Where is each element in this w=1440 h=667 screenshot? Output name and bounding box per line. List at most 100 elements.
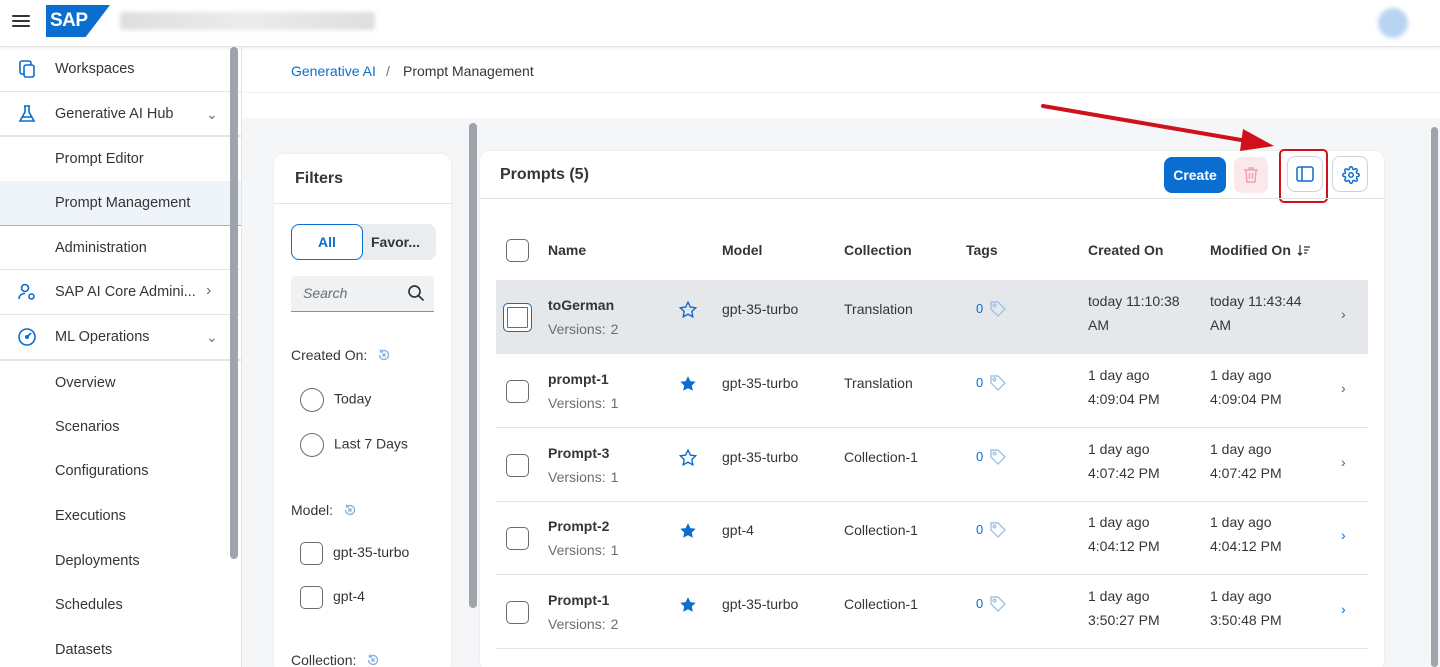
- row-checkbox[interactable]: [503, 303, 532, 332]
- row-checkbox[interactable]: [506, 601, 529, 625]
- sidebar-item-schedules[interactable]: Schedules: [0, 583, 241, 628]
- table-row[interactable]: Prompt-3 Versions: 1 gpt-35-turbo Collection…: [496, 428, 1368, 502]
- checkbox-gpt-35-turbo[interactable]: gpt-35-turbo: [300, 542, 409, 565]
- column-header-tags[interactable]: Tags: [966, 242, 998, 258]
- column-header-collection[interactable]: Collection: [844, 242, 912, 258]
- tags-count[interactable]: 0: [976, 301, 983, 316]
- chevron-right-icon[interactable]: ›: [1341, 527, 1346, 543]
- tag-icon[interactable]: [989, 300, 1007, 318]
- breadcrumb-current: Prompt Management: [403, 63, 534, 79]
- sidebar-item-executions[interactable]: Executions: [0, 494, 241, 539]
- row-checkbox[interactable]: [506, 527, 529, 551]
- tag-icon[interactable]: [989, 448, 1007, 466]
- modified-on-line1: today 11:43:44: [1210, 293, 1302, 309]
- radio-today[interactable]: Today: [300, 388, 371, 412]
- filters-scrollbar[interactable]: [469, 123, 477, 608]
- collection-group: Collection:: [291, 652, 380, 667]
- sidebar-item-deployments[interactable]: Deployments: [0, 539, 241, 584]
- tags-count[interactable]: 0: [976, 449, 983, 464]
- chevron-right-icon[interactable]: ›: [206, 282, 211, 300]
- table-row[interactable]: Prompt-1 Versions: 2 gpt-35-turbo Collection…: [496, 575, 1368, 650]
- radio-last-7-days[interactable]: Last 7 Days: [300, 433, 408, 457]
- row-checkbox[interactable]: [506, 453, 529, 477]
- page-scrollbar[interactable]: [1431, 127, 1438, 667]
- menu-icon[interactable]: [12, 12, 30, 30]
- checkbox-gpt-4[interactable]: gpt-4: [300, 586, 365, 609]
- flask-icon: [18, 104, 36, 122]
- versions-label: Versions:: [548, 542, 606, 559]
- chevron-right-icon[interactable]: ›: [1341, 601, 1346, 617]
- modified-on-line1: 1 day ago: [1210, 440, 1272, 457]
- breadcrumb-link-generative-ai[interactable]: Generative AI: [291, 63, 376, 79]
- sidebar-item-workspaces[interactable]: Workspaces: [0, 47, 241, 92]
- star-outline-icon[interactable]: [678, 448, 698, 467]
- star-outline-icon[interactable]: [678, 300, 698, 319]
- chevron-down-icon[interactable]: ⌄: [206, 329, 218, 346]
- sidebar-item-label: Configurations: [55, 463, 149, 480]
- table-row[interactable]: prompt-1 Versions: 1 gpt-35-turbo Translatio…: [496, 354, 1368, 428]
- star-filled-icon[interactable]: [679, 375, 697, 393]
- tag-icon[interactable]: [989, 374, 1007, 392]
- sort-descending-icon[interactable]: [1297, 243, 1311, 257]
- delete-button[interactable]: [1234, 157, 1268, 193]
- user-avatar[interactable]: [1378, 8, 1408, 38]
- sidebar-item-administration[interactable]: Administration: [0, 226, 241, 271]
- toggle-side-panel-button[interactable]: [1287, 156, 1323, 192]
- modified-on-line1: 1 day ago: [1210, 514, 1272, 531]
- search-input[interactable]: [303, 285, 403, 301]
- column-header-modified-on[interactable]: Modified On: [1210, 242, 1311, 258]
- sidebar-item-configurations[interactable]: Configurations: [0, 449, 241, 494]
- column-header-model[interactable]: Model: [722, 242, 762, 258]
- checkbox[interactable]: [300, 542, 323, 565]
- star-filled-icon[interactable]: [679, 522, 697, 540]
- sidebar-item-prompt-editor[interactable]: Prompt Editor: [0, 136, 241, 181]
- modified-on-line1: 1 day ago: [1210, 366, 1272, 383]
- search-icon[interactable]: [407, 284, 425, 302]
- created-on: 1 day ago 4:04:12 PM: [1088, 510, 1198, 558]
- created-on-line1: 1 day ago: [1088, 514, 1150, 531]
- sidebar-item-overview[interactable]: Overview: [0, 359, 241, 405]
- column-header-created-on[interactable]: Created On: [1088, 242, 1163, 258]
- sidebar-item-label: ML Operations: [55, 329, 150, 346]
- tags-count[interactable]: 0: [976, 596, 983, 611]
- created-on: 1 day ago 3:50:27 PM: [1088, 584, 1198, 632]
- chevron-right-icon[interactable]: ›: [1341, 454, 1346, 470]
- chevron-down-icon[interactable]: ⌄: [206, 106, 218, 123]
- sidebar-item-prompt-management[interactable]: Prompt Management: [0, 181, 241, 226]
- created-on-group: Created On:: [291, 347, 391, 363]
- sidebar-item-label: Workspaces: [55, 61, 135, 77]
- prompt-collection: Translation: [844, 301, 913, 317]
- column-header-name[interactable]: Name: [548, 242, 586, 258]
- sidebar-item-sap-ai-core-admin[interactable]: SAP AI Core Admini... ›: [0, 270, 241, 316]
- sidebar-scrollbar[interactable]: [230, 47, 238, 559]
- tag-icon[interactable]: [989, 521, 1007, 539]
- reset-filter-icon[interactable]: [366, 653, 380, 667]
- sidebar-item-scenarios[interactable]: Scenarios: [0, 405, 241, 450]
- chevron-right-icon[interactable]: ›: [1341, 380, 1346, 396]
- radio-button[interactable]: [300, 433, 324, 457]
- sidebar-item-generative-ai-hub[interactable]: Generative AI Hub ⌄: [0, 92, 241, 137]
- segment-all-button[interactable]: All: [291, 224, 363, 260]
- reset-filter-icon[interactable]: [377, 348, 391, 362]
- tags-count[interactable]: 0: [976, 375, 983, 390]
- model-group: Model:: [291, 502, 357, 518]
- create-button[interactable]: Create: [1164, 157, 1226, 193]
- checkbox[interactable]: [300, 586, 323, 609]
- segment-favorites-button[interactable]: Favor...: [371, 224, 433, 260]
- reset-filter-icon[interactable]: [343, 503, 357, 517]
- sidebar-item-ml-operations[interactable]: ML Operations ⌄: [0, 315, 241, 360]
- prompt-name: Prompt-3: [548, 444, 610, 461]
- sidebar-item-datasets[interactable]: Datasets: [0, 628, 241, 667]
- tags-count[interactable]: 0: [976, 522, 983, 537]
- chevron-right-icon[interactable]: ›: [1341, 306, 1346, 322]
- table-row[interactable]: Prompt-2 Versions: 1 gpt-4 Collection-1 0 1 da…: [496, 501, 1368, 576]
- settings-button[interactable]: [1332, 156, 1368, 192]
- star-filled-icon[interactable]: [679, 596, 697, 614]
- select-all-checkbox[interactable]: [506, 239, 529, 262]
- radio-button[interactable]: [300, 388, 324, 412]
- tag-icon[interactable]: [989, 595, 1007, 613]
- sap-logo[interactable]: SAP: [46, 5, 110, 37]
- row-checkbox[interactable]: [506, 379, 529, 403]
- versions-count: 2: [610, 616, 619, 633]
- table-row[interactable]: toGerman Versions: 2 gpt-35-turbo Translatio…: [496, 280, 1368, 354]
